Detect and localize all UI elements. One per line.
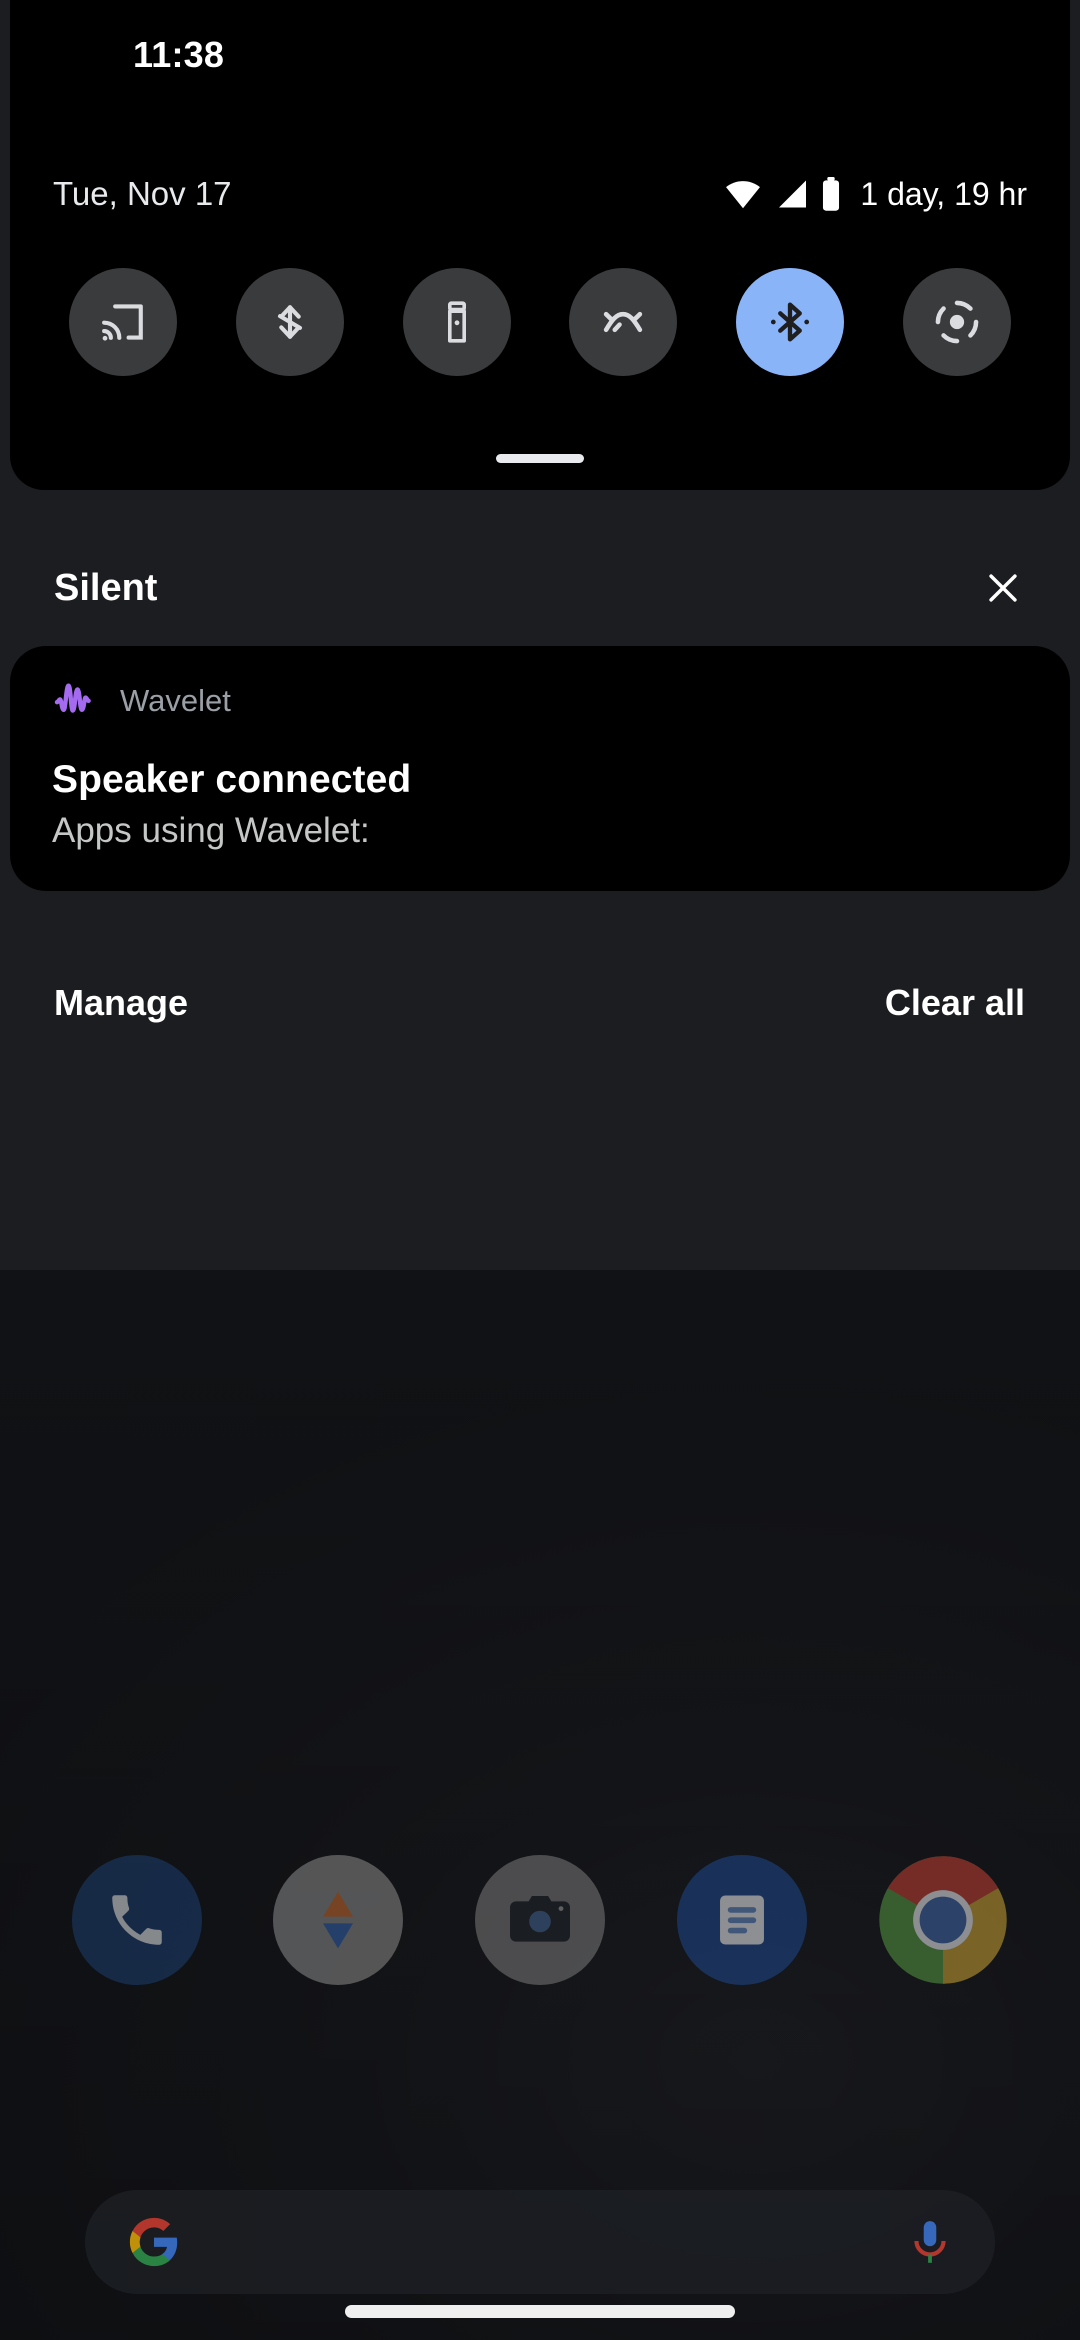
bluetooth-icon	[764, 296, 816, 348]
camera-icon	[504, 1884, 576, 1956]
google-search-bar[interactable]	[85, 2190, 995, 2294]
home-dock	[0, 1855, 1080, 1985]
dock-app-phone[interactable]	[71, 1855, 202, 1985]
dnd-icon	[931, 296, 983, 348]
photos-icon	[298, 1880, 378, 1960]
manage-button[interactable]: Manage	[54, 982, 188, 1024]
status-bar: 11:38	[0, 0, 1080, 110]
qs-tile-data-saver[interactable]	[569, 268, 678, 376]
cast-icon	[97, 296, 149, 348]
notification-shade: Tue, Nov 17 1 day, 19 hr 11:38 Silent Wa…	[0, 0, 1080, 1270]
phone-icon	[104, 1887, 170, 1953]
wifi-icon	[724, 179, 762, 209]
silent-section-header: Silent	[0, 548, 1080, 628]
dock-app-photos[interactable]	[273, 1855, 404, 1985]
home-gesture-pill[interactable]	[345, 2305, 735, 2318]
clear-all-button[interactable]: Clear all	[885, 982, 1025, 1024]
quick-settings-tiles	[10, 268, 1070, 376]
auto-rotate-icon	[264, 296, 316, 348]
shade-bottom-fade	[0, 1040, 1080, 1270]
battery-estimate-label: 1 day, 19 hr	[860, 175, 1027, 212]
google-g-icon	[125, 2213, 183, 2271]
status-bar-clock: 11:38	[133, 34, 225, 75]
notification-app-name: Wavelet	[120, 683, 231, 718]
status-icon-group: 1 day, 19 hr	[724, 176, 1027, 213]
wavelet-waveform-icon	[52, 678, 98, 724]
qs-tile-auto-rotate[interactable]	[235, 268, 344, 376]
flashlight-icon	[433, 298, 481, 346]
notification-wavelet[interactable]: Wavelet Speaker connected Apps using Wav…	[10, 646, 1070, 891]
android-screen: Tue, Nov 17 1 day, 19 hr 11:38 Silent Wa…	[0, 0, 1080, 2340]
notification-text: Apps using Wavelet:	[52, 811, 370, 850]
data-saver-icon	[597, 296, 649, 348]
notification-footer: Manage Clear all	[0, 958, 1080, 1048]
microphone-icon[interactable]	[905, 2217, 955, 2267]
chrome-icon	[878, 1855, 1008, 1985]
quick-settings-header: Tue, Nov 17 1 day, 19 hr	[53, 175, 1027, 213]
qs-tile-bluetooth[interactable]	[736, 268, 845, 376]
dock-app-messages[interactable]	[676, 1855, 807, 1985]
notification-title: Speaker connected	[52, 758, 412, 801]
qs-tile-flashlight[interactable]	[402, 268, 511, 376]
battery-icon	[820, 177, 842, 211]
qs-tile-do-not-disturb[interactable]	[903, 268, 1012, 376]
qs-date-label: Tue, Nov 17	[53, 175, 232, 212]
dock-app-chrome[interactable]	[878, 1855, 1008, 1985]
qs-tile-screen-cast[interactable]	[68, 268, 177, 376]
notification-app-row: Wavelet	[52, 678, 1028, 724]
messages-icon	[711, 1889, 773, 1951]
dock-app-camera[interactable]	[474, 1855, 605, 1985]
close-icon[interactable]	[981, 566, 1025, 610]
cellular-signal-icon	[774, 179, 808, 209]
silent-section-label: Silent	[54, 566, 158, 609]
quick-settings-drag-handle[interactable]	[496, 454, 584, 463]
